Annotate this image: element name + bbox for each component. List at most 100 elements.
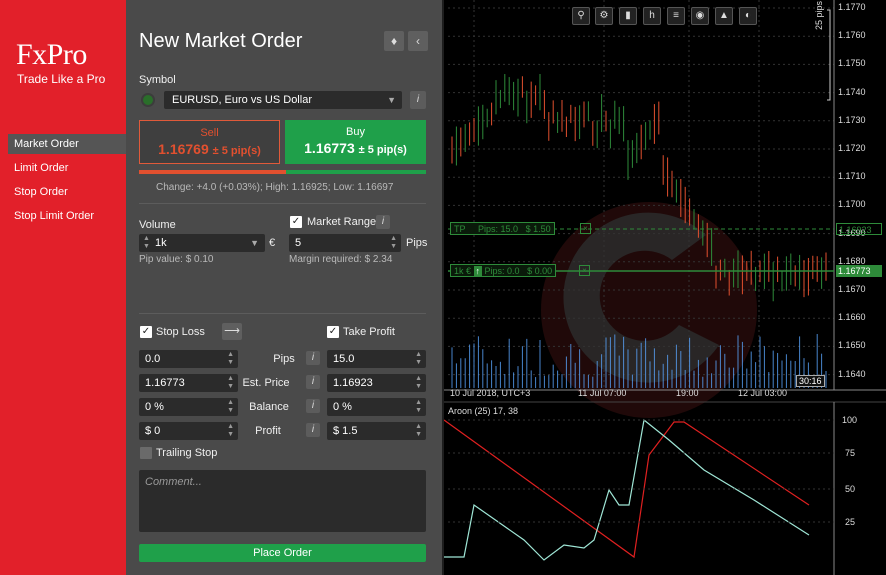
- stop-loss-pips-value: 0.0: [145, 353, 161, 365]
- price-axis-label: 1.1640: [838, 368, 866, 379]
- time-label: 11 Jul 07:00: [578, 388, 627, 398]
- stop-loss-price-input[interactable]: 1.16773 ▲ ▼: [139, 374, 238, 392]
- balance-row-label: Balance: [249, 401, 289, 413]
- tp-tag: TP: [454, 224, 466, 234]
- stepper-icon[interactable]: ▲ ▼: [227, 351, 234, 367]
- chart-settings-icon[interactable]: ⚙: [595, 7, 613, 25]
- take-profit-checkbox[interactable]: ✓: [327, 326, 339, 338]
- buy-price: 1.16773: [304, 140, 355, 156]
- buy-label: Buy: [346, 126, 365, 138]
- est-price-info-icon[interactable]: i: [306, 375, 320, 389]
- stop-loss-checkbox[interactable]: ✓: [140, 326, 152, 338]
- stop-loss-balance-value: 0 %: [145, 401, 164, 413]
- sidebar-item-stop-order[interactable]: Stop Order: [8, 182, 126, 202]
- sell-button[interactable]: Sell 1.16769 ± 5 pip(s): [139, 120, 280, 164]
- price-axis-label: 1.1700: [838, 199, 866, 210]
- trailing-stop-checkbox[interactable]: [140, 447, 152, 459]
- stepper-icon[interactable]: ▲ ▼: [415, 423, 422, 439]
- stop-loss-profit-input[interactable]: $ 0 ▲ ▼: [139, 422, 238, 440]
- chevron-down-icon: ▼: [387, 95, 396, 105]
- volume-value: 1k: [155, 237, 167, 249]
- comment-placeholder: Comment...: [145, 476, 202, 488]
- stepper-icon[interactable]: ▲ ▼: [415, 351, 422, 367]
- buy-button[interactable]: Buy 1.16773 ± 5 pip(s): [285, 120, 426, 164]
- tp-amount: $ 1.50: [525, 224, 551, 234]
- take-profit-profit-value: $ 1.5: [333, 425, 358, 437]
- take-profit-pips-value: 15.0: [333, 353, 355, 365]
- est-price-row-label: Est. Price: [242, 377, 290, 389]
- stop-loss-price-value: 1.16773: [145, 377, 185, 389]
- balance-info-icon[interactable]: i: [306, 399, 320, 413]
- close-icon[interactable]: ×: [580, 223, 591, 234]
- volume-label: Volume: [139, 219, 176, 231]
- symbol-select[interactable]: EURUSD, Euro vs US Dollar ▼: [164, 91, 402, 109]
- chart-canvas: [444, 0, 886, 575]
- price-chart[interactable]: ⚲ ⚙ ▮ h ≡ ◉ ▲ ◐ 1.1770 1.1760 1.1750 1.1740…: [444, 0, 886, 575]
- theme-icon[interactable]: ◐: [739, 7, 757, 25]
- bell-icon[interactable]: ♦: [384, 31, 404, 51]
- market-range-input[interactable]: 5 ▲ ▼: [289, 234, 401, 252]
- aroon-up-line: [444, 418, 810, 561]
- symbol-label: Symbol: [139, 74, 176, 86]
- zoom-icon[interactable]: ⚲: [572, 7, 590, 25]
- buy-sentiment-bar: [286, 170, 426, 174]
- candle-countdown: 30:16: [796, 375, 825, 387]
- sidebar-item-limit-order[interactable]: Limit Order: [8, 158, 126, 178]
- market-range-checkbox[interactable]: ✓: [290, 216, 302, 228]
- price-axis-label: 1.1650: [838, 340, 866, 351]
- take-profit-label: Take Profit: [343, 326, 395, 338]
- stop-loss-pips-input[interactable]: 0.0 ▲ ▼: [139, 350, 238, 368]
- take-profit-pips-input[interactable]: 15.0 ▲ ▼: [327, 350, 426, 368]
- timeframe-icon[interactable]: h: [643, 7, 661, 25]
- volume-input[interactable]: ▲ ▼ 1k ▼: [139, 234, 265, 252]
- take-profit-profit-input[interactable]: $ 1.5 ▲ ▼: [327, 422, 426, 440]
- symbol-status-icon: [141, 93, 155, 107]
- profit-info-icon[interactable]: i: [306, 423, 320, 437]
- take-profit-price-input[interactable]: 1.16923 ▲ ▼: [327, 374, 426, 392]
- price-axis-label: 1.1720: [838, 143, 866, 153]
- market-range-info-icon[interactable]: i: [376, 215, 390, 229]
- divider: [139, 313, 426, 314]
- divider: [139, 203, 426, 204]
- stop-loss-balance-input[interactable]: 0 % ▲ ▼: [139, 398, 238, 416]
- close-icon[interactable]: ×: [579, 265, 590, 276]
- pips-info-icon[interactable]: i: [306, 351, 320, 365]
- aroon-title: Aroon (25) 17, 38: [448, 406, 519, 416]
- aroon-axis-label: 50: [845, 484, 856, 494]
- tp-price-tag: 1.16923: [836, 223, 882, 235]
- pips-scale-label: 25 pips: [814, 0, 824, 30]
- stepper-icon[interactable]: ▲ ▼: [390, 235, 397, 251]
- stop-loss-profit-value: $ 0: [145, 425, 161, 437]
- comment-textarea[interactable]: Comment...: [139, 470, 426, 532]
- sell-price: 1.16769: [158, 141, 209, 157]
- collapse-icon[interactable]: ‹: [408, 31, 428, 51]
- sidebar-item-stop-limit-order[interactable]: Stop Limit Order: [8, 206, 126, 226]
- stop-loss-label: Stop Loss: [156, 326, 205, 338]
- position-pips: Pips: 0.0: [484, 266, 520, 276]
- drawing-icon[interactable]: ▲: [715, 7, 733, 25]
- aroon-axis-label: 25: [845, 517, 856, 527]
- sell-label: Sell: [200, 127, 219, 139]
- symbol-info-icon[interactable]: i: [410, 91, 426, 109]
- take-profit-balance-input[interactable]: 0 % ▲ ▼: [327, 398, 426, 416]
- market-range-value: 5: [295, 237, 302, 249]
- stepper-icon[interactable]: ▲ ▼: [415, 375, 422, 391]
- position-line-label[interactable]: 1k € ↑ Pips: 0.0 $ 0.00: [450, 264, 557, 277]
- sidebar: FxPro Trade Like a Pro Market Order Limi…: [0, 0, 126, 575]
- arrow-right-icon[interactable]: ⟶: [222, 323, 242, 340]
- tp-pips: Pips: 15.0: [478, 224, 519, 234]
- aroon-axis-label: 100: [842, 415, 858, 425]
- order-panel: New Market Order ♦ ‹ Symbol EURUSD, Euro…: [126, 0, 442, 575]
- tp-line-label[interactable]: TP Pips: 15.0 $ 1.50: [450, 222, 555, 235]
- indicator-icon[interactable]: ◉: [691, 7, 709, 25]
- current-price-tag: 1.16773: [836, 265, 882, 277]
- chart-type-icon[interactable]: ▮: [619, 7, 637, 25]
- stepper-icon[interactable]: ▲ ▼: [415, 399, 422, 415]
- list-icon[interactable]: ≡: [667, 7, 685, 25]
- price-axis-label: 1.1660: [838, 312, 866, 323]
- sell-sentiment-bar: [139, 170, 286, 174]
- sidebar-item-market-order[interactable]: Market Order: [8, 134, 126, 154]
- chevron-down-icon: ▼: [250, 238, 259, 248]
- volume-stepper-icon[interactable]: ▲ ▼: [143, 235, 150, 251]
- place-order-button[interactable]: Place Order: [139, 544, 426, 562]
